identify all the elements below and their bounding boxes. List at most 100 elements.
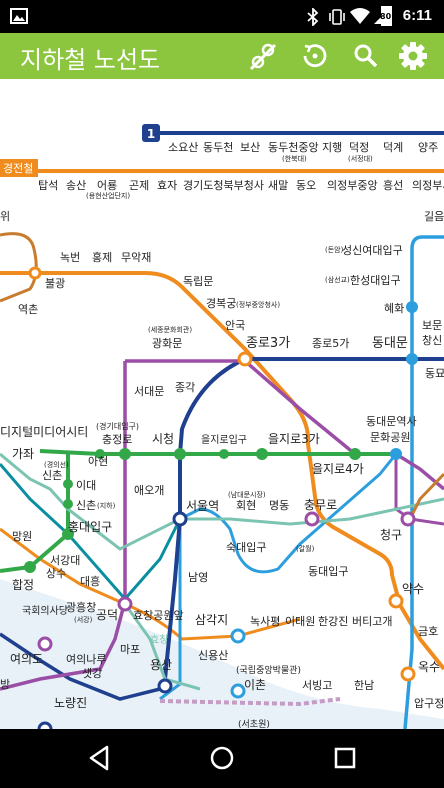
label-bosan[interactable]: 보산 (240, 141, 260, 154)
label-hansung[interactable]: 한성대입구 (350, 274, 401, 287)
label-saemal[interactable]: 새말 (268, 179, 288, 192)
label-yongsan[interactable]: 용산 (150, 658, 172, 672)
label-bang[interactable]: 방 (0, 678, 10, 691)
transfer-samgakji[interactable] (230, 628, 246, 644)
label-gukhoe[interactable]: 국회의사당 (22, 605, 68, 617)
label-yeokchon[interactable]: 역촌 (18, 303, 38, 316)
label-ddp[interactable]: 동대문역사 (366, 415, 417, 428)
station-sinchon[interactable] (63, 499, 73, 509)
label-yangju[interactable]: 양주 (418, 141, 438, 154)
label-dongmyo[interactable]: 동묘 (425, 367, 444, 380)
subway-map[interactable]: 1 경전철 소요산 동두천 보산 동두천중앙 (한북대) 지행 덕정 (서정대)… (0, 79, 444, 729)
label-heungseon[interactable]: 흥선 (383, 178, 403, 192)
label-eoryong[interactable]: 어룡 (97, 179, 117, 192)
transfer-sicheong[interactable] (174, 448, 186, 460)
label-noksapyeong[interactable]: 녹사평 (250, 615, 280, 628)
label-seoulyeok[interactable]: 서울역 (186, 499, 219, 513)
route-button[interactable] (246, 39, 280, 73)
label-gwangheungchang[interactable]: 광흥창 (66, 600, 96, 614)
transfer-oksu[interactable] (400, 666, 416, 682)
label-saetgang[interactable]: 샛강 (82, 667, 102, 680)
label-beotigogae[interactable]: 버티고개 (352, 615, 392, 628)
label-euljiro4ga[interactable]: 을지로4가 (312, 462, 364, 476)
transfer-yaksu[interactable] (388, 593, 404, 609)
transfer-yeouido[interactable] (37, 636, 53, 652)
transfer-hyehwa[interactable] (406, 301, 418, 313)
label-uijeongbu-jungang[interactable]: 의정부중앙 (327, 179, 378, 192)
label-gwanghwamun[interactable]: 광화문 (152, 337, 182, 350)
label-sookmyung[interactable]: 숙대입구 (226, 541, 266, 554)
label-sangsu[interactable]: 상수 (46, 567, 66, 580)
transfer-euljiro4ga[interactable] (349, 448, 361, 460)
label-anguk[interactable]: 안국 (225, 319, 245, 332)
label-itaewon[interactable]: 이태원 (285, 615, 315, 628)
label-muakjae[interactable]: 무악재 (121, 251, 151, 264)
label-cheonggu[interactable]: 청구 (380, 528, 402, 542)
label-jongno5ga[interactable]: 종로5가 (312, 337, 349, 350)
label-hongje[interactable]: 홍제 (92, 250, 112, 264)
label-ichon[interactable]: 이촌 (244, 678, 266, 692)
label-uijeongbu-si[interactable]: 의정부시 (412, 179, 444, 192)
label-dongo[interactable]: 동오 (296, 179, 316, 192)
home-button[interactable] (207, 743, 237, 773)
label-mangwon[interactable]: 망원 (12, 530, 32, 543)
label-chungmuro[interactable]: 충무로 (304, 498, 337, 512)
label-ahyeon[interactable]: 아현 (88, 455, 108, 468)
label-wi[interactable]: 위 (0, 210, 10, 223)
label-jihaeng[interactable]: 지행 (322, 141, 342, 154)
label-yaksu[interactable]: 약수 (402, 581, 424, 596)
label-chungjeongno[interactable]: 충정로 (102, 433, 132, 446)
label-dongducheon[interactable]: 동두천 (203, 140, 233, 154)
label-jonggak[interactable]: 종각 (175, 381, 195, 394)
label-gajwa[interactable]: 가좌 (12, 447, 34, 461)
label-sicheong[interactable]: 시청 (152, 432, 174, 446)
label-songsan[interactable]: 송산 (66, 179, 86, 192)
recents-button[interactable] (330, 743, 360, 773)
label-hyochang2[interactable]: 효창 (150, 634, 168, 646)
label-gileum[interactable]: 길음 (424, 210, 444, 223)
label-idae[interactable]: 이대 (76, 479, 96, 492)
transfer-euljiro3ga[interactable] (256, 448, 268, 460)
label-tapseok[interactable]: 탑석 (38, 179, 58, 192)
label-hongdae[interactable]: 홍대입구 (68, 520, 112, 534)
label-soyosan[interactable]: 소요산 (168, 141, 198, 154)
transfer-ddp[interactable] (390, 448, 402, 460)
label-oksu[interactable]: 옥수 (418, 660, 440, 674)
label-mapo[interactable]: 마포 (120, 643, 140, 656)
label-seongsin[interactable]: 성신여대입구 (342, 244, 403, 257)
label-yeouinaru[interactable]: 여의나루 (66, 653, 106, 666)
transfer-dongdaemun[interactable] (406, 353, 418, 365)
label-hyehwa[interactable]: 혜화 (384, 302, 404, 315)
label-dongducheon-jungang[interactable]: 동두천중앙 (268, 140, 319, 154)
station-euljiro1ga[interactable] (219, 449, 229, 459)
label-hyoja[interactable]: 효자 (157, 179, 177, 192)
label-daeheung[interactable]: 대흥 (80, 574, 100, 588)
label-apgujeong[interactable]: 압구정 (414, 697, 444, 710)
label-sinyongsan[interactable]: 신용산 (198, 649, 228, 662)
label-bulgwang[interactable]: 불광 (45, 277, 65, 290)
label-myeongdong[interactable]: 명동 (269, 499, 289, 512)
label-hapjeong[interactable]: 합정 (12, 578, 34, 592)
label-changsin[interactable]: 창신 (422, 334, 442, 347)
search-button[interactable] (349, 39, 383, 73)
transfer-cheonggu[interactable] (400, 511, 416, 527)
label-hoehyeon[interactable]: 회현 (236, 499, 256, 512)
label-yeouido[interactable]: 여의도 (10, 652, 43, 666)
label-sinchon[interactable]: 신촌 (76, 499, 96, 512)
transfer-seoul-station[interactable] (172, 511, 188, 527)
label-deokjeong[interactable]: 덕정 (349, 141, 369, 154)
transfer-chungjeongno[interactable] (119, 448, 131, 460)
transfer-bulgwang[interactable] (28, 266, 42, 280)
label-seobinggo[interactable]: 서빙고 (302, 679, 332, 692)
label-seogang[interactable]: 서강대 (50, 554, 80, 567)
transfer-jongno3ga[interactable] (237, 351, 253, 367)
transfer-hapjeong[interactable] (24, 561, 36, 573)
label-gyeonggi-docheong[interactable]: 경기도청북부청사 (183, 179, 264, 192)
label-sinchon-gyeongui[interactable]: 신촌 (42, 469, 62, 482)
label-euljiro1ga[interactable]: 을지로입구 (201, 433, 247, 446)
label-nokbeon[interactable]: 녹번 (60, 251, 80, 264)
history-button[interactable] (298, 39, 332, 73)
label-digital[interactable]: 디지털미디어시티 (0, 425, 88, 439)
label-gyeongbokgung[interactable]: 경복궁 (206, 297, 236, 310)
label-bomun[interactable]: 보문 (422, 319, 442, 332)
